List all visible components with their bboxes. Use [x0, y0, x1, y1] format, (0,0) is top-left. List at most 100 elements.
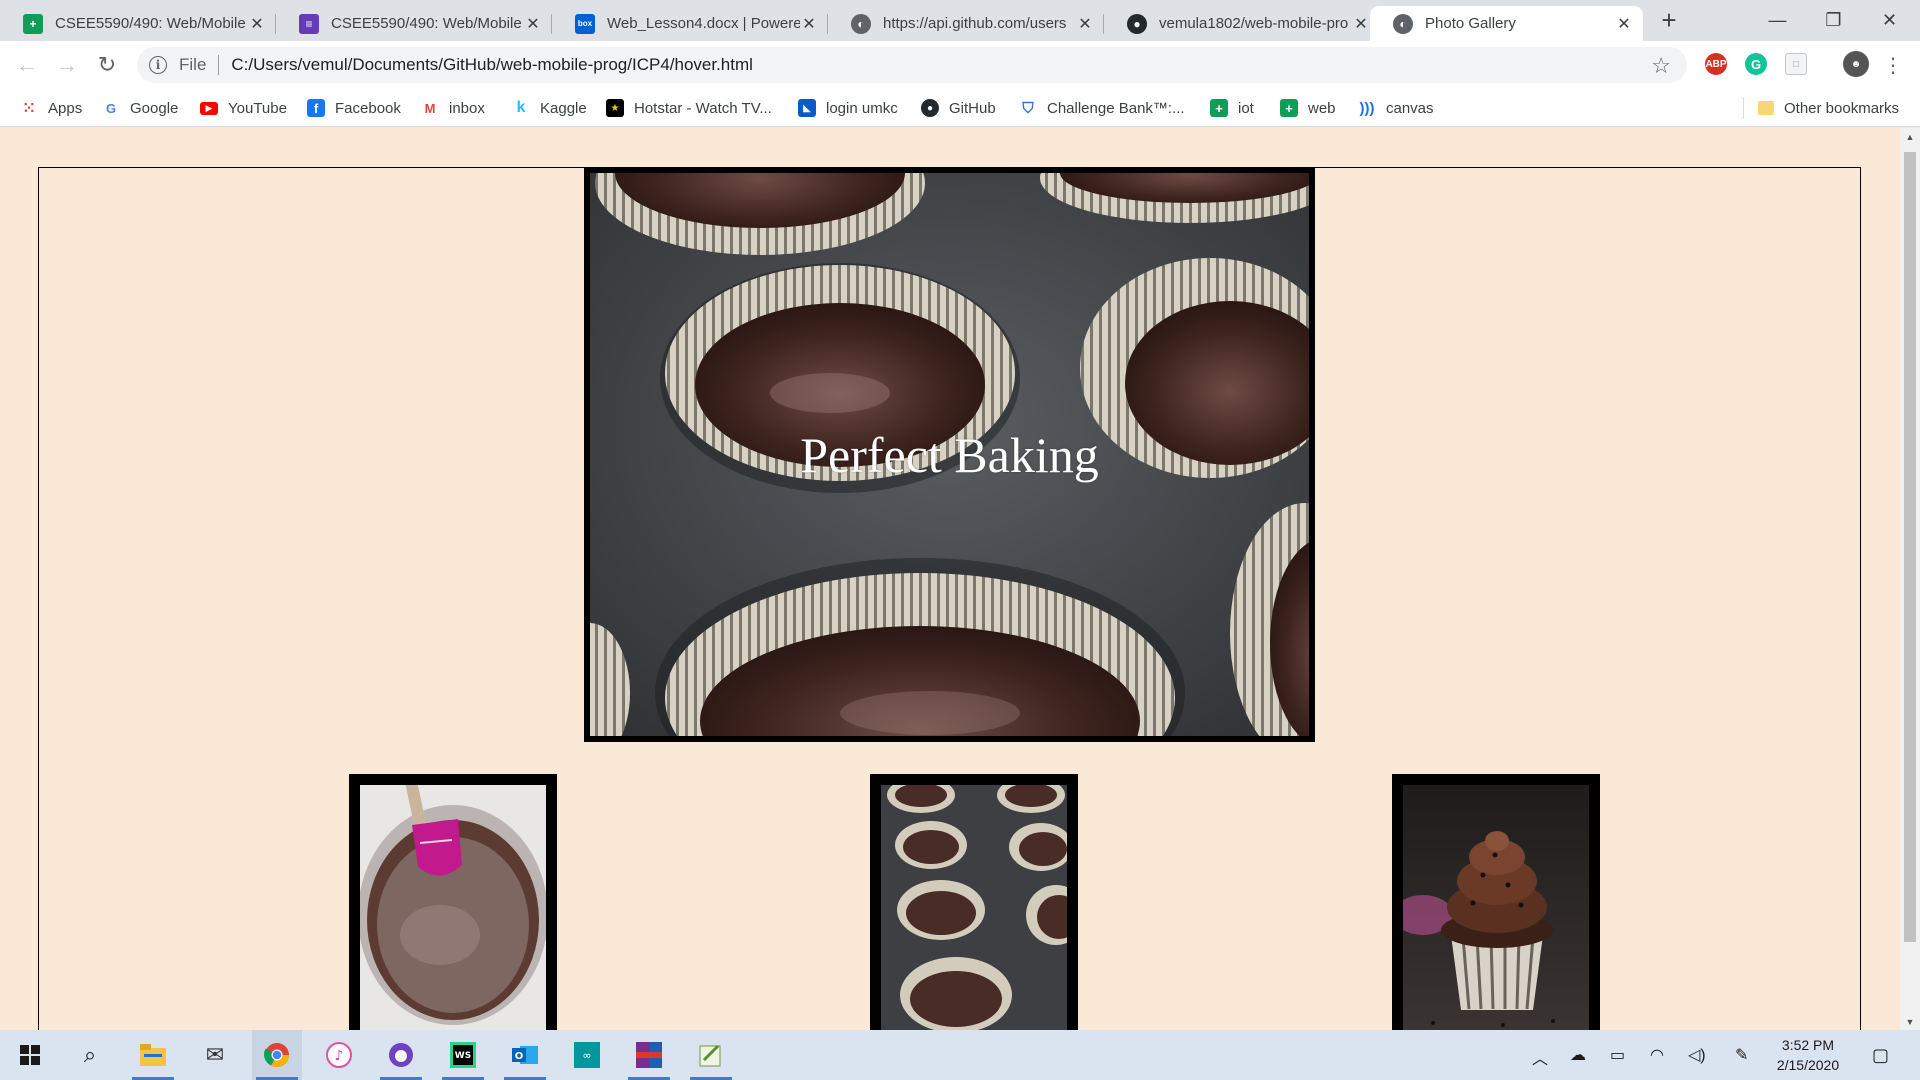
bookmark-web[interactable]: + web	[1280, 97, 1336, 119]
close-icon[interactable]: ✕	[1076, 14, 1094, 34]
tab-github-api[interactable]: ◐ https://api.github.com/users ✕	[828, 6, 1104, 41]
bookmark-iot[interactable]: + iot	[1210, 97, 1254, 119]
scroll-thumb[interactable]	[1904, 152, 1916, 942]
bookmark-label: Other bookmarks	[1784, 99, 1900, 117]
bookmark-challenge-bank[interactable]: ⛉ Challenge Bank™:...	[1019, 97, 1184, 119]
bookmark-other[interactable]: Other bookmarks	[1758, 97, 1899, 119]
bookmark-apps[interactable]: ⁙ Apps	[20, 97, 83, 119]
thumbnail-cupcake[interactable]	[1392, 774, 1600, 1030]
outlook-icon[interactable]: O	[500, 1030, 550, 1080]
notepad-icon[interactable]	[686, 1030, 736, 1080]
bookmark-star-icon[interactable]: ☆	[1651, 53, 1671, 79]
tab-web-lesson4[interactable]: box Web_Lesson4.docx | Powered ✕	[552, 6, 828, 41]
thumbnail-muffin-tin[interactable]	[870, 774, 1078, 1030]
adblock-plus-icon[interactable]: ABP	[1705, 53, 1727, 75]
volume-icon[interactable]: ◁)	[1688, 1045, 1706, 1065]
windows-start-icon[interactable]	[5, 1030, 55, 1080]
arduino-icon[interactable]: ∞	[562, 1030, 612, 1080]
address-bar[interactable]: i File C:/Users/vemul/Documents/GitHub/w…	[137, 47, 1687, 83]
info-icon[interactable]: i	[149, 56, 167, 74]
google-forms-icon: ≡	[299, 13, 319, 34]
thumbnail-batter[interactable]	[349, 774, 557, 1030]
google-sheets-icon: +	[1210, 99, 1228, 117]
bookmark-label: Facebook	[335, 99, 401, 117]
svg-text:∞: ∞	[582, 1049, 591, 1062]
url-text[interactable]: C:/Users/vemul/Documents/GitHub/web-mobi…	[231, 55, 753, 75]
scheme-label: File	[179, 55, 207, 74]
scroll-down-arrow-icon[interactable]: ▼	[1900, 1013, 1920, 1030]
forward-button[interactable]: →	[52, 50, 82, 80]
show-hidden-icons-chevron-icon[interactable]: ︿	[1532, 1045, 1548, 1069]
divider	[218, 55, 220, 75]
apps-grid-icon: ⁙	[22, 100, 36, 117]
bookmark-login-umkc[interactable]: ◣ login umkc	[798, 97, 898, 119]
github-desktop-icon[interactable]	[376, 1030, 426, 1080]
google-sheets-icon: +	[1280, 99, 1298, 117]
batter-bowl-photo	[360, 785, 546, 1030]
file-explorer-icon[interactable]	[128, 1030, 178, 1080]
pen-workspace-icon[interactable]: ✎	[1735, 1045, 1748, 1065]
restore-button[interactable]: ❐	[1806, 0, 1861, 40]
search-icon[interactable]: ⌕	[65, 1030, 115, 1080]
window-close-button[interactable]: ✕	[1862, 0, 1917, 40]
bookmark-inbox[interactable]: M inbox	[421, 97, 485, 119]
action-center-icon[interactable]: ▢	[1872, 1045, 1889, 1066]
github-icon: ●	[921, 99, 939, 117]
webstorm-icon[interactable]: WS	[438, 1030, 488, 1080]
winrar-icon[interactable]	[624, 1030, 674, 1080]
canvas-icon: )))	[1359, 99, 1375, 117]
scroll-up-arrow-icon[interactable]: ▲	[1900, 128, 1920, 145]
hero-image-box[interactable]: Perfect Baking	[584, 167, 1315, 742]
menu-kebab-icon[interactable]: ⋮	[1878, 50, 1908, 80]
bookmark-google[interactable]: G Google	[102, 97, 178, 119]
tab-strip: + CSEE5590/490: Web/Mobile P ✕ ≡ CSEE559…	[0, 0, 1920, 41]
bookmark-hotstar[interactable]: ★ Hotstar - Watch TV...	[606, 97, 772, 119]
close-icon[interactable]: ✕	[1615, 14, 1633, 34]
itunes-icon[interactable]: ♪	[314, 1030, 364, 1080]
profile-avatar-icon[interactable]: ☻	[1843, 51, 1869, 77]
bookmark-github[interactable]: ● GitHub	[921, 97, 996, 119]
chrome-icon[interactable]	[252, 1030, 302, 1080]
extension-icon[interactable]: □	[1785, 53, 1807, 75]
close-icon[interactable]: ✕	[1352, 14, 1370, 34]
bookmark-youtube[interactable]: ▶ YouTube	[200, 97, 287, 119]
bookmark-kaggle[interactable]: k Kaggle	[512, 97, 587, 119]
facebook-icon: f	[307, 99, 325, 117]
box-icon: box	[575, 13, 595, 34]
new-tab-button[interactable]: +	[1654, 6, 1684, 36]
tab-csee-sheets[interactable]: + CSEE5590/490: Web/Mobile P ✕	[0, 6, 276, 41]
tab-title: Web_Lesson4.docx | Powered	[607, 15, 800, 32]
globe-icon: ◐	[1393, 13, 1413, 34]
minimize-button[interactable]: —	[1750, 0, 1805, 40]
muffin-tin-photo	[881, 785, 1067, 1030]
bookmark-label: Hotstar - Watch TV...	[634, 99, 772, 117]
close-icon[interactable]: ✕	[800, 14, 818, 34]
bookmark-facebook[interactable]: f Facebook	[307, 97, 401, 119]
battery-icon[interactable]: ▭	[1610, 1045, 1625, 1065]
close-icon[interactable]: ✕	[524, 14, 542, 34]
svg-text:♪: ♪	[335, 1048, 344, 1064]
bookmark-label: web	[1308, 99, 1336, 117]
mail-icon[interactable]: ✉	[190, 1030, 240, 1080]
page-scrollbar[interactable]: ▲ ▼	[1900, 128, 1920, 1030]
bookmark-label: Google	[130, 99, 179, 117]
tab-github-repo[interactable]: ● vemula1802/web-mobile-pro ✕	[1104, 6, 1380, 41]
taskbar-clock[interactable]: 3:52 PM 2/15/2020	[1760, 1035, 1856, 1075]
onedrive-cloud-icon[interactable]: ☁	[1570, 1045, 1586, 1065]
grammarly-icon[interactable]: G	[1745, 53, 1767, 75]
close-icon[interactable]: ✕	[248, 14, 266, 34]
tab-title: CSEE5590/490: Web/Mobile P	[331, 15, 524, 32]
tab-csee-forms[interactable]: ≡ CSEE5590/490: Web/Mobile P ✕	[276, 6, 552, 41]
reload-button[interactable]: ↻	[92, 50, 122, 80]
tab-title: vemula1802/web-mobile-pro	[1159, 15, 1349, 32]
folder-icon	[1758, 101, 1774, 115]
google-icon: G	[105, 100, 117, 116]
bookmark-label: Apps	[48, 99, 83, 117]
frosted-cupcake-photo	[1403, 785, 1589, 1030]
wifi-icon[interactable]: ◠	[1650, 1045, 1664, 1065]
shield-icon: ⛉	[1022, 99, 1034, 117]
bookmark-canvas[interactable]: ))) canvas	[1358, 97, 1434, 119]
back-button[interactable]: ←	[12, 50, 42, 80]
github-icon: ●	[1127, 13, 1147, 34]
tab-photo-gallery[interactable]: ◐ Photo Gallery ✕	[1370, 6, 1643, 41]
